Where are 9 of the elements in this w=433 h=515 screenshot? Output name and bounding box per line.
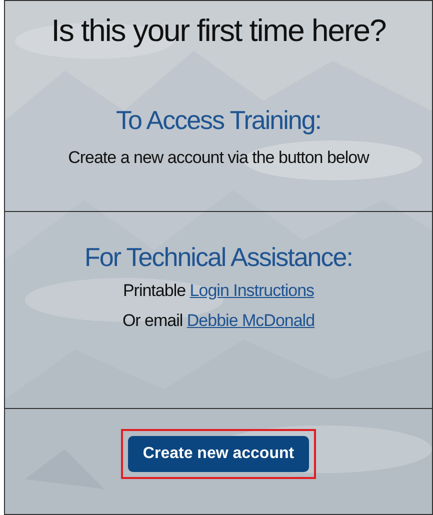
create-account-button[interactable]: Create new account <box>128 436 310 472</box>
section-title: For Technical Assistance: <box>84 242 352 273</box>
body-text: Create a new account via the button below <box>68 148 369 167</box>
section-title: To Access Training: <box>116 105 321 136</box>
page-heading: Is this your first time here? <box>51 13 386 49</box>
text-link[interactable]: Debbie McDonald <box>186 311 315 330</box>
body-text: Printable <box>122 281 186 300</box>
text-link[interactable]: Login Instructions <box>190 281 314 300</box>
body-text: Or email <box>122 311 183 330</box>
